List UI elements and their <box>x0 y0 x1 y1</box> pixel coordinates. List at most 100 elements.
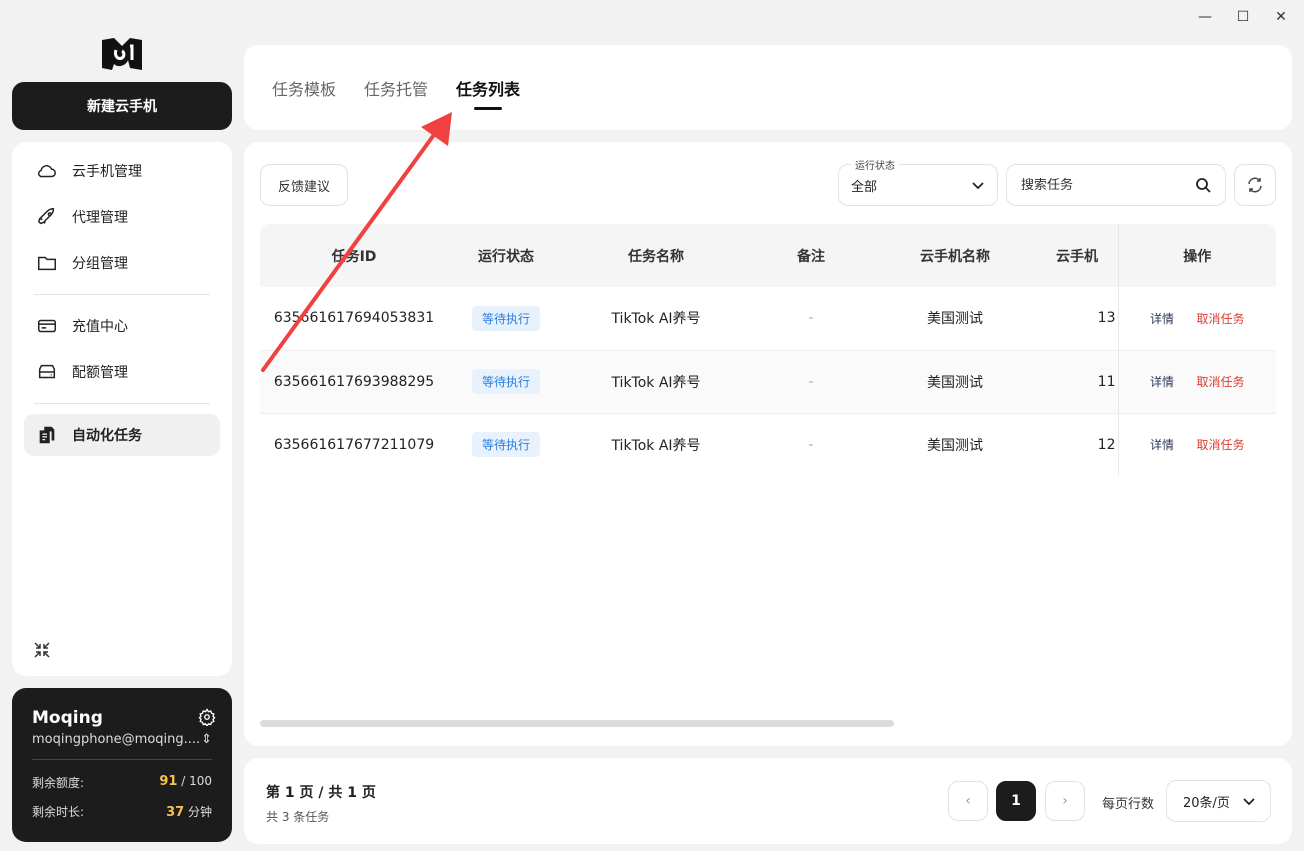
column-header: 任务ID <box>260 224 448 287</box>
column-header: 任务名称 <box>564 224 748 287</box>
page-button-current[interactable]: 1 <box>996 781 1036 821</box>
page-info: 第 1 页 / 共 1 页 共 3 条任务 <box>266 782 376 825</box>
task-table: 任务ID 运行状态 任务名称 备注 云手机名称 云手机 操作 635661617… <box>260 224 1276 476</box>
new-phone-button[interactable]: 新建云手机 <box>12 82 232 130</box>
quota-used: 91 <box>159 774 178 789</box>
clipboard-icon <box>39 426 55 444</box>
close-icon[interactable]: ✕ <box>1272 8 1290 26</box>
sidebar-item-automation[interactable]: 自动化任务 <box>24 414 220 456</box>
detail-link[interactable]: 详情 <box>1150 438 1174 452</box>
sidebar-item-label: 云手机管理 <box>72 164 142 180</box>
app-logo <box>102 38 142 70</box>
quota-total: / 100 <box>181 774 212 788</box>
table-row: 635661617677211079 等待执行 TikTok AI养号 - 美国… <box>260 413 1276 476</box>
sidebar-item-label: 配额管理 <box>72 365 128 381</box>
table-header-row: 任务ID 运行状态 任务名称 备注 云手机名称 云手机 操作 <box>260 224 1276 287</box>
task-name: TikTok AI养号 <box>564 350 748 414</box>
tab-hosting[interactable]: 任务托管 <box>364 45 428 130</box>
sidebar-item-groups[interactable]: 分组管理 <box>24 242 220 284</box>
task-name: TikTok AI养号 <box>564 413 748 476</box>
actions-cell: 详情 取消任务 <box>1117 350 1276 414</box>
table-row: 635661617693988295 等待执行 TikTok AI养号 - 美国… <box>260 350 1276 414</box>
sidebar-item-label: 代理管理 <box>72 210 128 226</box>
task-id: 635661617694053831 <box>260 287 448 351</box>
time-value: 37 <box>166 805 185 820</box>
detail-link[interactable]: 详情 <box>1150 375 1174 389</box>
remark: - <box>748 413 874 476</box>
sidebar-item-label: 充值中心 <box>72 319 128 335</box>
actions-cell: 详情 取消任务 <box>1117 413 1276 476</box>
account-name: Moqing <box>32 708 103 728</box>
sidebar-item-quota[interactable]: 配额管理 <box>24 351 220 393</box>
page-indicator: 第 1 页 / 共 1 页 <box>266 785 376 801</box>
phone-name: 美国测试 <box>874 413 1036 476</box>
window-controls: — ☐ ✕ <box>1196 8 1290 26</box>
column-header: 运行状态 <box>448 224 564 287</box>
cancel-task-link[interactable]: 取消任务 <box>1196 375 1244 389</box>
quota-label: 剩余额度: <box>32 776 85 790</box>
tab-task-list[interactable]: 任务列表 <box>456 45 520 130</box>
phone-id: 11 <box>1036 350 1118 414</box>
status-cell: 等待执行 <box>448 287 564 351</box>
column-header: 云手机名称 <box>874 224 1036 287</box>
status-select[interactable]: 运行状态 全部 <box>838 157 998 206</box>
phone-name: 美国测试 <box>874 287 1036 351</box>
actions-cell: 详情 取消任务 <box>1117 287 1276 351</box>
pagination-bar: 第 1 页 / 共 1 页 共 3 条任务 ‹ 1 › 每页行数 20条/页 <box>244 758 1292 844</box>
remark: - <box>748 350 874 414</box>
task-list-panel: 反馈建议 运行状态 全部 任务ID 运行状态 任务名称 备注 云手机名称 <box>244 142 1292 746</box>
time-label: 剩余时长: <box>32 805 85 819</box>
time-unit: 分钟 <box>187 805 212 819</box>
chevron-updown-icon: ⇕ <box>201 732 212 747</box>
search-input[interactable] <box>1021 177 1181 193</box>
cloud-icon <box>37 165 56 178</box>
task-id: 635661617677211079 <box>260 413 448 476</box>
account-switcher[interactable]: moqingphone@moqing.... ⇕ <box>32 732 212 747</box>
status-cell: 等待执行 <box>448 350 564 414</box>
table-row: 635661617694053831 等待执行 TikTok AI养号 - 美国… <box>260 287 1276 351</box>
chevron-down-icon <box>1243 798 1255 806</box>
rocket-icon <box>37 208 55 225</box>
sidebar-item-label: 分组管理 <box>72 256 128 272</box>
task-id: 635661617693988295 <box>260 350 448 414</box>
sidebar-item-recharge[interactable]: 充值中心 <box>24 305 220 347</box>
sidebar-nav: 云手机管理 代理管理 分组管理 充值中心 配额管理 自动化任务 <box>12 142 232 676</box>
sidebar-item-label: 自动化任务 <box>72 428 142 444</box>
cancel-task-link[interactable]: 取消任务 <box>1196 438 1244 452</box>
refresh-button[interactable] <box>1234 164 1276 206</box>
per-page-value: 20条/页 <box>1183 795 1230 811</box>
phone-id: 12 <box>1036 413 1118 476</box>
tab-templates[interactable]: 任务模板 <box>272 45 336 130</box>
gear-icon[interactable] <box>198 708 216 726</box>
cancel-task-link[interactable]: 取消任务 <box>1196 312 1244 326</box>
search-icon[interactable] <box>1195 177 1211 193</box>
time-row: 剩余时长: 37 分钟 <box>32 803 212 820</box>
remark: - <box>748 287 874 351</box>
tab-bar: 任务模板 任务托管 任务列表 <box>244 45 1292 130</box>
account-card: Moqing moqingphone@moqing.... ⇕ 剩余额度: 91… <box>12 688 232 842</box>
status-badge: 等待执行 <box>471 432 540 457</box>
status-badge: 等待执行 <box>471 369 540 394</box>
refresh-icon <box>1248 177 1262 193</box>
divider <box>34 403 210 404</box>
minimize-icon[interactable]: — <box>1196 8 1214 26</box>
folder-icon <box>38 256 56 271</box>
card-icon <box>38 319 56 333</box>
collapse-icon[interactable] <box>32 640 52 660</box>
sidebar-item-cloud-phones[interactable]: 云手机管理 <box>24 150 220 192</box>
phone-id: 13 <box>1036 287 1118 351</box>
next-page-button[interactable]: › <box>1045 781 1085 821</box>
sidebar-item-proxy[interactable]: 代理管理 <box>24 196 220 238</box>
divider <box>32 759 212 760</box>
task-name: TikTok AI养号 <box>564 287 748 351</box>
column-header: 云手机 <box>1036 224 1118 287</box>
maximize-icon[interactable]: ☐ <box>1234 8 1252 26</box>
account-email: moqingphone@moqing.... <box>32 732 201 747</box>
feedback-button[interactable]: 反馈建议 <box>260 164 348 206</box>
horizontal-scrollbar[interactable] <box>260 720 894 727</box>
prev-page-button[interactable]: ‹ <box>948 781 988 821</box>
per-page-select[interactable]: 20条/页 <box>1166 780 1271 822</box>
divider <box>34 294 210 295</box>
detail-link[interactable]: 详情 <box>1150 312 1174 326</box>
status-select-value: 全部 <box>851 179 878 195</box>
